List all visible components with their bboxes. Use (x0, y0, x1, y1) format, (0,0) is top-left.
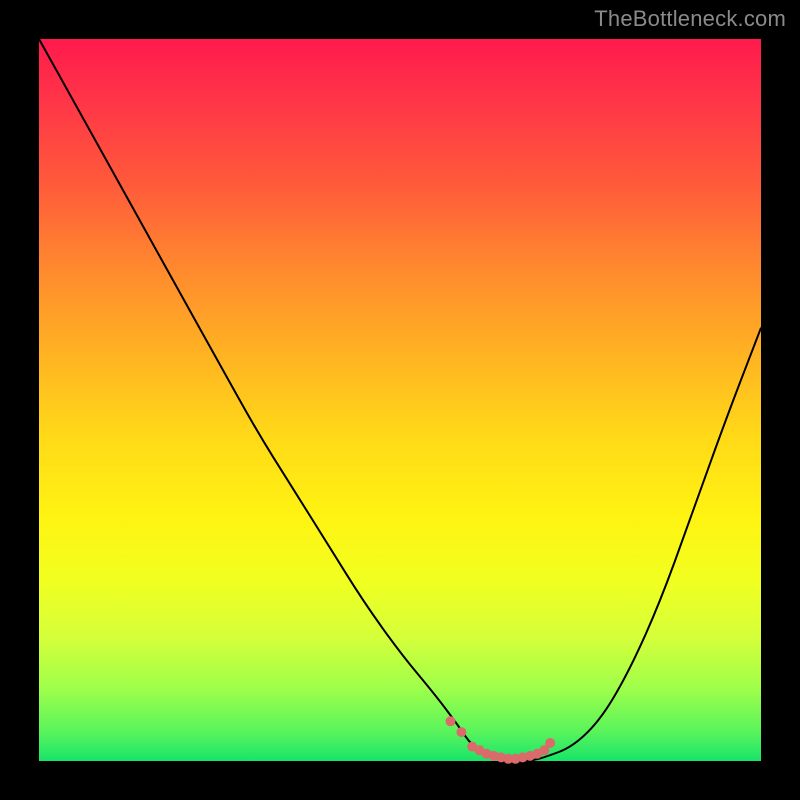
optimal-range-dots (446, 716, 556, 764)
optimal-dot (545, 738, 555, 748)
chart-frame: TheBottleneck.com (0, 0, 800, 800)
optimal-dot (456, 727, 466, 737)
chart-svg (39, 39, 761, 761)
optimal-dot (446, 716, 456, 726)
plot-area (39, 39, 761, 761)
watermark-label: TheBottleneck.com (594, 6, 786, 32)
bottleneck-curve (39, 39, 761, 761)
